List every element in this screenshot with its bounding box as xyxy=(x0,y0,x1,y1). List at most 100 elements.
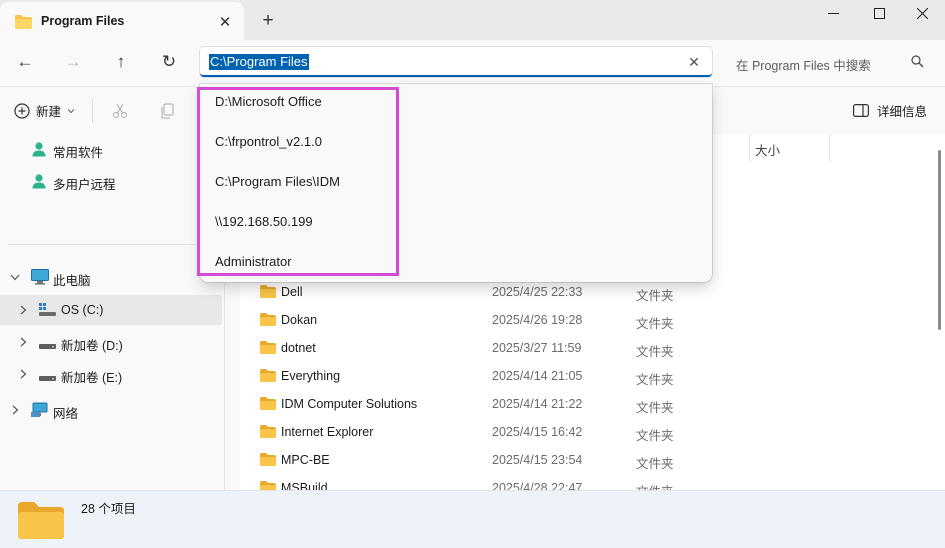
plus-circle-icon xyxy=(14,102,30,119)
row-date: 2025/4/14 21:05 xyxy=(492,369,583,383)
minimize-button[interactable] xyxy=(810,2,856,24)
drive-icon xyxy=(39,339,56,353)
sidebar-item-network[interactable]: 网络 xyxy=(0,395,222,425)
row-name: Internet Explorer xyxy=(281,425,374,439)
folder-icon xyxy=(18,501,64,542)
row-type: 文件夹 xyxy=(636,401,674,415)
details-pane-button[interactable]: 详细信息 xyxy=(853,101,927,120)
table-row[interactable]: Dokan 2025/4/26 19:28 文件夹 xyxy=(240,306,930,334)
table-row[interactable]: Internet Explorer 2025/4/15 16:42 文件夹 xyxy=(240,418,930,446)
minimize-icon xyxy=(827,12,839,14)
row-date: 2025/4/25 22:33 xyxy=(492,285,583,299)
suggestion-item[interactable]: \\192.168.50.199 xyxy=(215,214,313,229)
row-type: 文件夹 xyxy=(636,457,674,471)
sidebar-item-label: OS (C:) xyxy=(61,303,104,317)
details-pane-icon xyxy=(853,104,869,117)
folder-icon xyxy=(260,425,276,441)
sidebar-item-drive-d[interactable]: 新加卷 (D:) xyxy=(0,327,222,357)
cut-icon[interactable] xyxy=(110,101,130,121)
folder-icon xyxy=(260,313,276,329)
close-icon xyxy=(916,7,928,19)
row-type: 文件夹 xyxy=(636,317,674,331)
row-date: 2025/4/15 16:42 xyxy=(492,425,583,439)
search-placeholder[interactable]: 在 Program Files 中搜索 xyxy=(736,55,871,74)
sidebar-item-label: 新加卷 (E:) xyxy=(61,371,123,385)
drive-icon xyxy=(39,371,56,385)
refresh-icon[interactable]: ↻ xyxy=(156,50,182,74)
vertical-scrollbar[interactable] xyxy=(938,150,941,330)
table-row[interactable]: Everything 2025/4/14 21:05 文件夹 xyxy=(240,362,930,390)
new-button-label: 新建 xyxy=(36,105,62,119)
row-name: IDM Computer Solutions xyxy=(281,397,418,411)
table-row[interactable]: Dell 2025/4/25 22:33 文件夹 xyxy=(240,278,930,306)
user-icon xyxy=(31,141,47,160)
chevron-right-icon[interactable] xyxy=(17,368,29,380)
folder-icon xyxy=(260,397,276,413)
suggestion-item[interactable]: D:\Microsoft Office xyxy=(215,94,322,109)
chevron-right-icon[interactable] xyxy=(17,304,29,316)
tab-program-files[interactable]: Program Files ✕ xyxy=(0,2,244,40)
sidebar-item-label: 网络 xyxy=(53,407,79,421)
address-bar[interactable]: C:\Program Files ✕ xyxy=(200,47,712,77)
folder-icon xyxy=(260,453,276,469)
up-icon[interactable]: ↑ xyxy=(108,50,134,74)
suggestion-item[interactable]: Administrator xyxy=(215,254,292,269)
address-input-value[interactable]: C:\Program Files xyxy=(209,54,309,70)
folder-icon xyxy=(15,15,32,32)
sidebar-item-label: 此电脑 xyxy=(53,274,91,288)
navigation-bar: ← → ↑ ↻ C:\Program Files ✕ 在 Program Fil… xyxy=(0,40,945,86)
column-divider[interactable] xyxy=(749,134,750,162)
chevron-right-icon[interactable] xyxy=(9,404,21,416)
row-name: MPC-BE xyxy=(281,453,330,467)
row-type: 文件夹 xyxy=(636,289,674,303)
copy-icon[interactable] xyxy=(158,101,178,121)
sidebar-item-this-pc[interactable]: 此电脑 xyxy=(0,262,222,292)
table-row[interactable]: IDM Computer Solutions 2025/4/14 21:22 文… xyxy=(240,390,930,418)
details-label: 详细信息 xyxy=(877,105,928,119)
folder-icon xyxy=(260,369,276,385)
suggestion-item[interactable]: C:\frpontrol_v2.1.0 xyxy=(215,134,322,149)
status-bar: 28 个项目 xyxy=(0,490,945,548)
row-type: 文件夹 xyxy=(636,373,674,387)
sidebar-item-quick-2[interactable]: 多用户远程 xyxy=(0,166,222,196)
forward-icon[interactable]: → xyxy=(60,50,86,74)
row-date: 2025/3/27 11:59 xyxy=(492,341,582,355)
folder-icon xyxy=(260,341,276,357)
title-bar: Program Files ✕ + xyxy=(0,0,945,40)
new-button[interactable]: 新建 xyxy=(14,101,75,120)
toolbar-divider xyxy=(92,99,93,123)
row-name: dotnet xyxy=(281,341,316,355)
clear-address-icon[interactable]: ✕ xyxy=(684,52,704,72)
sidebar-item-quick-1[interactable]: 常用软件 xyxy=(0,134,222,164)
search-box[interactable]: 在 Program Files 中搜索 xyxy=(722,47,936,77)
row-date: 2025/4/26 19:28 xyxy=(492,313,583,327)
tab-title: Program Files xyxy=(41,14,125,28)
sidebar-item-drive-e[interactable]: 新加卷 (E:) xyxy=(0,359,222,389)
sidebar-divider xyxy=(8,244,222,245)
back-icon[interactable]: ← xyxy=(12,50,38,74)
maximize-button[interactable] xyxy=(856,2,902,24)
chevron-right-icon[interactable] xyxy=(17,336,29,348)
row-name: Dell xyxy=(281,285,303,299)
sidebar-item-label: 新加卷 (D:) xyxy=(61,339,123,353)
suggestion-item[interactable]: C:\Program Files\IDM xyxy=(215,174,340,189)
sidebar-item-label: 常用软件 xyxy=(53,146,104,160)
column-divider[interactable] xyxy=(829,134,830,162)
new-tab-icon[interactable]: + xyxy=(257,10,279,32)
close-window-button[interactable] xyxy=(899,2,945,24)
table-row[interactable]: MPC-BE 2025/4/15 23:54 文件夹 xyxy=(240,446,930,474)
address-suggestions-dropdown: D:\Microsoft Office C:\frpontrol_v2.1.0 … xyxy=(200,84,712,282)
maximize-icon xyxy=(873,7,885,19)
chevron-down-icon[interactable] xyxy=(9,271,21,283)
row-name: Everything xyxy=(281,369,341,383)
folder-icon xyxy=(260,285,276,301)
close-tab-icon[interactable]: ✕ xyxy=(214,11,236,33)
column-header-size[interactable]: 大小 xyxy=(755,140,780,168)
search-icon[interactable] xyxy=(911,55,924,71)
row-date: 2025/4/14 21:22 xyxy=(492,397,583,411)
table-row[interactable]: dotnet 2025/3/27 11:59 文件夹 xyxy=(240,334,930,362)
row-type: 文件夹 xyxy=(636,345,674,359)
item-count: 28 个项目 xyxy=(81,502,136,516)
navigation-pane: 常用软件 多用户远程 此电脑 OS (C:) 新加卷 (D:) 新加卷 (E:)… xyxy=(0,134,224,490)
sidebar-item-drive-c[interactable]: OS (C:) xyxy=(0,295,222,325)
